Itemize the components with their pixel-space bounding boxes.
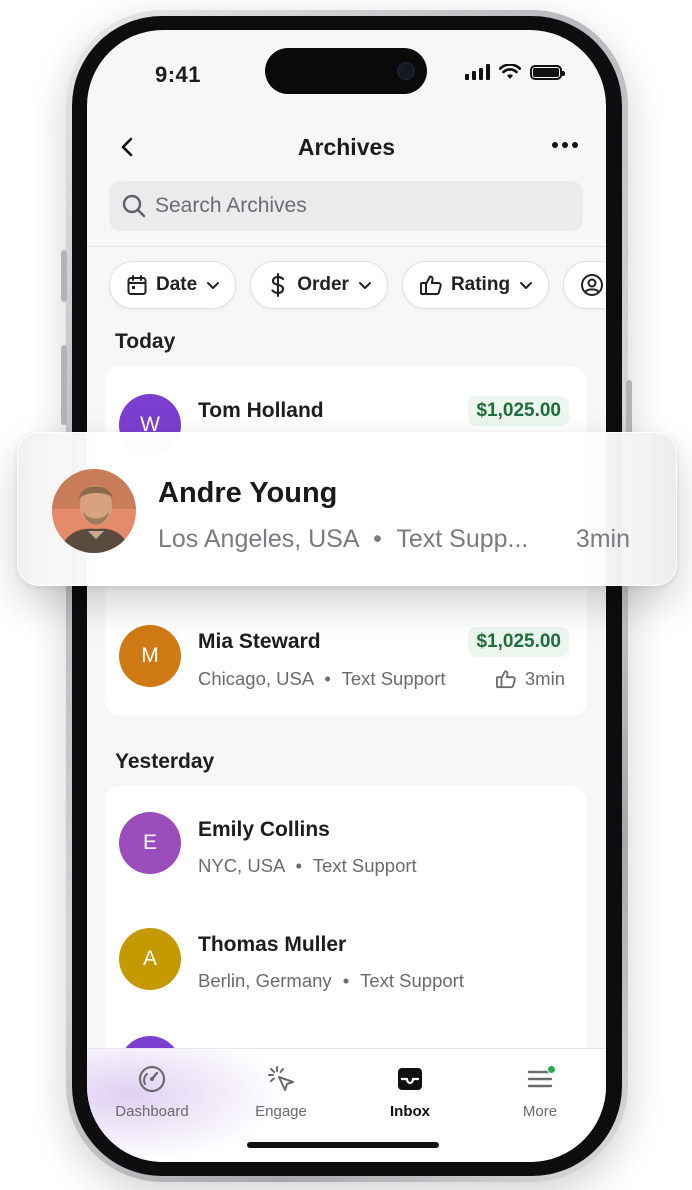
home-indicator (247, 1142, 439, 1148)
separator-dot: • (342, 970, 350, 991)
order-amount-badge: $1,025.00 (468, 396, 569, 426)
filter-chips: Date Order Rating (109, 261, 606, 309)
contact-photo-image (52, 469, 136, 553)
calendar-icon (127, 275, 147, 295)
contact-details: NYC, USA • Text Support (198, 855, 417, 877)
contact-channel: Text Support (360, 970, 464, 991)
filter-chip-label: Rating (450, 274, 511, 295)
inbox-icon (398, 1068, 422, 1090)
tab-label: Engage (255, 1103, 307, 1120)
order-amount-badge: $1,025.00 (468, 627, 569, 657)
separator-dot: • (373, 525, 382, 553)
tab-more[interactable]: More (485, 1061, 595, 1120)
filter-chip-agent[interactable] (563, 261, 606, 309)
contact-details: Los Angeles, USA • Text Supp... (158, 525, 528, 554)
status-icons (465, 64, 565, 80)
filter-chip-date[interactable]: Date (109, 261, 237, 309)
chevron-down-icon (520, 282, 533, 289)
contact-name: Andre Young (158, 477, 338, 509)
notification-badge (547, 1065, 556, 1074)
tab-dashboard[interactable]: Dashboard (97, 1061, 207, 1120)
search-input[interactable] (155, 194, 535, 218)
app-screen: 9:41 Archives Date (87, 30, 606, 1162)
elapsed-time: 3min (524, 668, 565, 689)
filter-chip-rating[interactable]: Rating (401, 261, 550, 309)
tab-label: More (522, 1103, 558, 1120)
volume-up-button (61, 345, 67, 425)
contact-location: Berlin, Germany (198, 970, 332, 991)
avatar: M (119, 625, 181, 687)
camera-icon (397, 62, 415, 80)
nav-bar: Archives (87, 126, 606, 172)
elapsed-time: 3min (575, 525, 630, 553)
filter-chip-label: Order (297, 274, 349, 295)
list-item[interactable]: A Thomas Muller Berlin, Germany • Text S… (105, 902, 587, 1012)
list-item[interactable]: M Mia Steward $1,025.00 Chicago, USA • T… (105, 598, 587, 708)
filter-chip-label: Date (156, 274, 198, 295)
device-stage: 9:41 Archives Date (0, 0, 692, 1190)
list-item[interactable]: E Emily Collins NYC, USA • Text Support (105, 786, 587, 896)
speedometer-icon (138, 1065, 166, 1093)
separator-dot: • (324, 668, 331, 689)
side-button (61, 250, 67, 302)
cursor-click-icon (268, 1066, 294, 1091)
tab-inbox[interactable]: Inbox (355, 1061, 465, 1120)
contact-channel: Text Supp... (396, 525, 529, 553)
header-divider (87, 246, 606, 247)
avatar: E (119, 812, 181, 874)
cellular-signal-icon (465, 64, 490, 80)
battery-icon (530, 64, 565, 80)
contact-details: Chicago, USA • Text Support (198, 668, 446, 690)
contact-location: NYC, USA (198, 855, 285, 876)
avatar: A (119, 928, 181, 990)
search-bar[interactable] (109, 181, 583, 231)
contact-channel: Text Support (312, 855, 417, 876)
section-title-yesterday: Yesterday (115, 750, 215, 773)
contact-name: Emily Collins (198, 818, 330, 841)
chevron-down-icon (358, 282, 371, 289)
page-title: Archives (297, 134, 396, 160)
contact-photo (52, 469, 136, 553)
contact-name: Thomas Muller (198, 933, 347, 956)
contact-name: Mia Steward (198, 630, 321, 653)
user-circle-icon (581, 274, 604, 296)
contact-location: Chicago, USA (198, 668, 314, 689)
chevron-down-icon (207, 282, 220, 289)
tab-engage[interactable]: Engage (226, 1061, 336, 1120)
section-title-today: Today (115, 330, 176, 353)
yesterday-list: E Emily Collins NYC, USA • Text Support … (105, 786, 587, 1086)
tab-label: Inbox (390, 1103, 430, 1120)
search-icon (122, 194, 146, 218)
rating-meta: 3min (495, 668, 565, 690)
status-time: 9:41 (155, 62, 202, 87)
floating-contact-card[interactable]: Andre Young Los Angeles, USA • Text Supp… (17, 432, 677, 586)
wifi-icon (499, 64, 521, 79)
contact-details: Berlin, Germany • Text Support (198, 970, 464, 992)
contact-location: Los Angeles, USA (158, 525, 359, 553)
contact-channel: Text Support (341, 668, 446, 689)
filter-chip-order[interactable]: Order (250, 261, 388, 309)
thumbs-up-icon (419, 275, 442, 295)
thumbs-up-icon (495, 670, 516, 689)
more-options-button[interactable] (550, 134, 580, 156)
separator-dot: • (295, 855, 302, 876)
dollar-icon (271, 273, 285, 297)
contact-name: Tom Holland (198, 399, 324, 422)
tab-label: Dashboard (115, 1103, 189, 1120)
